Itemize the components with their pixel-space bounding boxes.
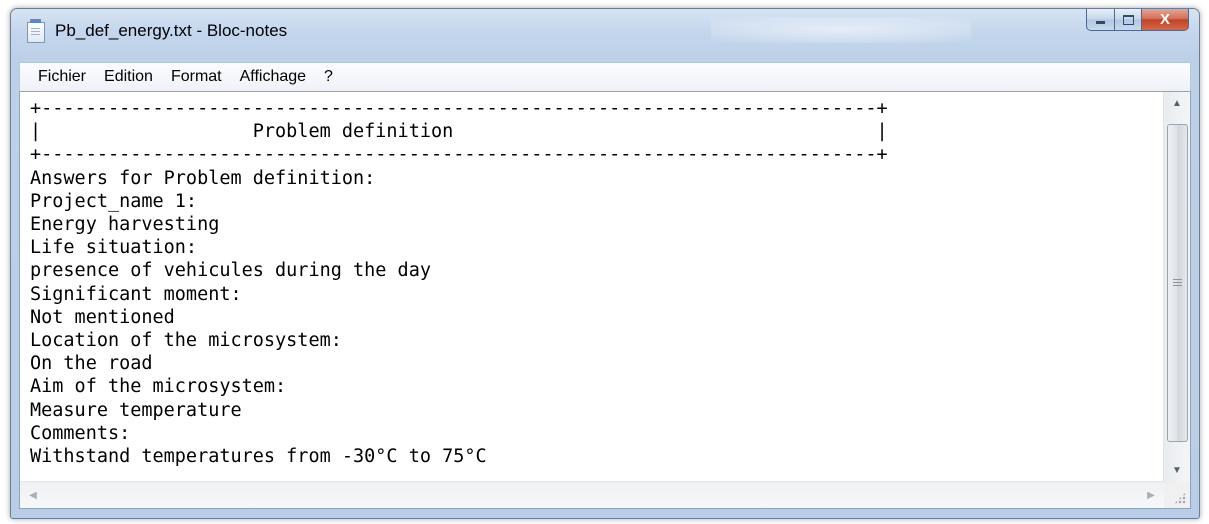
window-title: Pb_def_energy.txt - Bloc-notes — [55, 21, 288, 40]
title-bar-glow — [711, 17, 971, 43]
scroll-left-arrow-icon: ◀ — [29, 489, 37, 501]
scroll-down-arrow-icon: ▼ — [1172, 465, 1182, 476]
menu-format[interactable]: Format — [165, 68, 228, 86]
scroll-right-arrow-icon: ▶ — [1147, 489, 1155, 501]
menu-edition[interactable]: Edition — [98, 68, 159, 86]
resize-grip-icon[interactable] — [1174, 492, 1186, 504]
horizontal-scrollbar[interactable]: ◀ ▶ — [20, 481, 1164, 508]
minimize-button[interactable] — [1086, 9, 1115, 31]
maximize-button[interactable] — [1115, 9, 1142, 31]
scroll-down-button[interactable]: ▼ — [1165, 460, 1189, 481]
maximize-icon — [1122, 14, 1134, 25]
title-bar[interactable]: Pb_def_energy.txt - Bloc-notes X — [11, 9, 1199, 53]
menu-bar: Fichier Edition Format Affichage ? — [19, 62, 1191, 91]
scrollbar-corner — [1164, 482, 1190, 508]
notepad-icon[interactable] — [27, 19, 45, 43]
menu-affichage[interactable]: Affichage — [234, 68, 312, 86]
text-content[interactable]: +---------------------------------------… — [30, 97, 1155, 479]
scroll-up-arrow-icon: ▲ — [1172, 98, 1182, 109]
notepad-window: Pb_def_energy.txt - Bloc-notes X Fichier… — [10, 8, 1200, 519]
vertical-scroll-thumb[interactable] — [1167, 124, 1188, 442]
close-icon: X — [1159, 11, 1170, 28]
minimize-icon — [1096, 21, 1105, 24]
grip-icon — [1173, 279, 1182, 287]
vertical-scrollbar[interactable]: ▲ ▼ — [1163, 92, 1190, 482]
scroll-right-button[interactable]: ▶ — [1140, 484, 1162, 506]
menu-fichier[interactable]: Fichier — [32, 68, 92, 86]
window-controls: X — [1086, 9, 1189, 31]
close-button[interactable]: X — [1142, 9, 1189, 31]
menu-help[interactable]: ? — [318, 68, 339, 86]
scroll-up-button[interactable]: ▲ — [1165, 93, 1189, 114]
scroll-left-button[interactable]: ◀ — [22, 484, 44, 506]
text-editor: +---------------------------------------… — [19, 91, 1191, 509]
